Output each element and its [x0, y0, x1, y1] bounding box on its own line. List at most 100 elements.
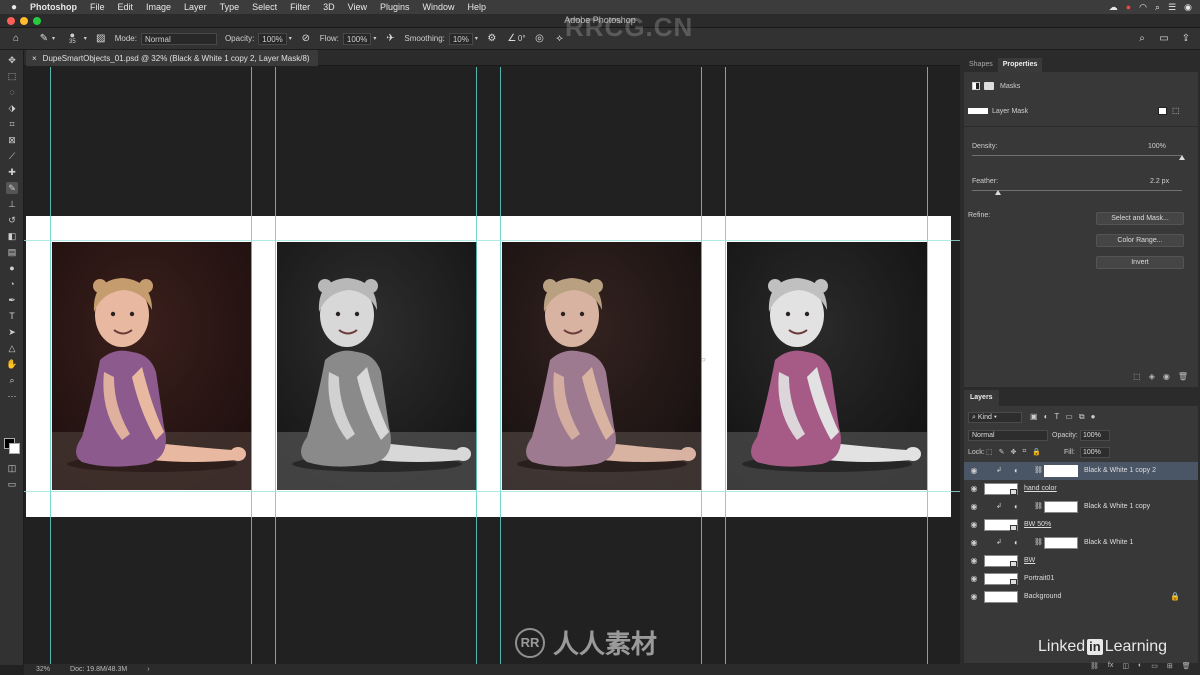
layer-row[interactable]: ◉ Portrait01: [964, 570, 1198, 588]
guide-vertical[interactable]: [476, 67, 477, 664]
lock-artboard-icon[interactable]: ⌗: [1022, 448, 1026, 456]
mask-visibility-eye-icon[interactable]: ◉: [1163, 372, 1170, 381]
background-color-swatch[interactable]: [9, 443, 20, 454]
screen-mode-icon[interactable]: ▭: [6, 478, 18, 490]
smoothing-options-gear-icon[interactable]: ⚙: [486, 33, 498, 45]
layer-mask-thumbnail[interactable]: [1044, 465, 1078, 477]
select-pixel-mask-icon[interactable]: [1158, 107, 1167, 115]
guide-vertical[interactable]: [701, 67, 702, 664]
tab-shapes[interactable]: Shapes: [964, 58, 998, 72]
home-icon[interactable]: ⌂: [10, 33, 22, 45]
new-adjustment-icon[interactable]: ◐: [1138, 662, 1142, 670]
filter-pixel-icon[interactable]: ▣: [1030, 412, 1038, 422]
apple-icon[interactable]: ●: [8, 2, 20, 13]
layer-name[interactable]: Background: [1024, 593, 1061, 600]
angle-icon[interactable]: ∠: [506, 33, 518, 45]
layer-visibility-eye-icon[interactable]: ◉: [969, 538, 979, 548]
menu-window[interactable]: Window: [423, 2, 455, 12]
layer-row[interactable]: ◉ hand color: [964, 480, 1198, 498]
filter-type-icon[interactable]: T: [1054, 412, 1059, 422]
layer-row[interactable]: ◉ Background 🔒: [964, 588, 1198, 606]
layer-visibility-eye-icon[interactable]: ◉: [969, 466, 979, 476]
document-tab[interactable]: × DupeSmartObjects_01.psd @ 32% (Black &…: [26, 50, 318, 66]
pen-tool-icon[interactable]: ✒: [6, 294, 18, 306]
gradient-tool-icon[interactable]: ▤: [6, 246, 18, 258]
menu-view[interactable]: View: [348, 2, 367, 12]
layer-row[interactable]: ◉ BW: [964, 552, 1198, 570]
menu-filter[interactable]: Filter: [290, 2, 310, 12]
crop-tool-icon[interactable]: ⌗: [6, 118, 18, 130]
zoom-tool-icon[interactable]: ⌕: [6, 374, 18, 386]
guide-horizontal[interactable]: [24, 240, 960, 241]
search-menu-icon[interactable]: ⌕: [1155, 2, 1160, 13]
quick-mask-icon[interactable]: ◫: [6, 462, 18, 474]
guide-vertical[interactable]: [275, 67, 276, 664]
tab-properties[interactable]: Properties: [997, 58, 1043, 72]
load-selection-icon[interactable]: ⬚: [1133, 372, 1141, 381]
layer-row[interactable]: ◉ BW 50%: [964, 516, 1198, 534]
color-range-button[interactable]: Color Range...: [1096, 234, 1184, 247]
type-tool-icon[interactable]: T: [6, 310, 18, 322]
more-tools-icon[interactable]: ⋯: [6, 390, 18, 402]
brush-preview-icon[interactable]: ●: [70, 30, 75, 39]
eyedropper-tool-icon[interactable]: ⟋: [6, 150, 18, 162]
wifi-icon[interactable]: ◠: [1139, 2, 1147, 13]
control-center-icon[interactable]: ☰: [1168, 2, 1176, 13]
guide-vertical[interactable]: [927, 67, 928, 664]
mode-dropdown[interactable]: Normal: [140, 32, 217, 45]
layer-name[interactable]: Black & White 1 copy: [1084, 503, 1150, 510]
layer-visibility-eye-icon[interactable]: ◉: [969, 502, 979, 512]
invert-button[interactable]: Invert: [1096, 256, 1184, 269]
layer-opacity-field[interactable]: 100%: [1080, 430, 1110, 441]
layer-visibility-eye-icon[interactable]: ◉: [969, 556, 979, 566]
canvas-area[interactable]: ○: [24, 67, 960, 664]
frame-tool-icon[interactable]: ⊠: [6, 134, 18, 146]
feather-value[interactable]: 2.2 px: [1150, 178, 1169, 185]
vector-mask-icon[interactable]: [984, 82, 994, 90]
menu-layer[interactable]: Layer: [184, 2, 207, 12]
layer-name[interactable]: Black & White 1 copy 2: [1084, 467, 1156, 474]
pixel-mask-icon[interactable]: [972, 82, 980, 90]
lock-position-icon[interactable]: ✥: [1011, 448, 1017, 456]
pressure-opacity-icon[interactable]: ⊘: [300, 33, 312, 45]
path-selection-tool-icon[interactable]: ➤: [6, 326, 18, 338]
hand-tool-icon[interactable]: ✋: [6, 358, 18, 370]
zoom-level[interactable]: 32%: [36, 666, 50, 673]
filter-toggle-icon[interactable]: ●: [1091, 412, 1096, 422]
layer-row[interactable]: ◉ ↲ ◐ ⛓ Black & White 1 copy 2: [964, 462, 1198, 480]
dodge-tool-icon[interactable]: ◔: [6, 278, 18, 290]
marquee-tool-icon[interactable]: ⬚: [6, 70, 18, 82]
lock-transparent-icon[interactable]: ⬚: [986, 448, 993, 456]
layer-row[interactable]: ◉ ↲ ◐ ⛓ Black & White 1: [964, 534, 1198, 552]
density-value[interactable]: 100%: [1148, 143, 1166, 150]
menu-type[interactable]: Type: [220, 2, 240, 12]
layer-mask-thumbnail[interactable]: [1044, 501, 1078, 513]
creative-cloud-icon[interactable]: ☁: [1109, 2, 1118, 13]
layer-row[interactable]: ◉ ↲ ◐ ⛓ Black & White 1 copy: [964, 498, 1198, 516]
guide-vertical[interactable]: [500, 67, 501, 664]
shape-tool-icon[interactable]: △: [6, 342, 18, 354]
status-arrow-icon[interactable]: ›: [147, 666, 149, 673]
siri-icon[interactable]: ◉: [1184, 2, 1192, 13]
opacity-field[interactable]: 100%: [258, 32, 287, 45]
layer-name[interactable]: Portrait01: [1024, 575, 1054, 582]
menu-photoshop[interactable]: Photoshop: [30, 2, 77, 12]
guide-horizontal[interactable]: [24, 491, 960, 492]
clone-stamp-tool-icon[interactable]: ⊥: [6, 198, 18, 210]
symmetry-icon[interactable]: ⟡: [554, 33, 566, 45]
link-layers-icon[interactable]: ⛓: [1090, 662, 1099, 670]
smoothing-field[interactable]: 10%: [448, 32, 473, 45]
share-icon[interactable]: ⇪: [1180, 33, 1192, 45]
airbrush-icon[interactable]: ✈: [384, 33, 396, 45]
lock-all-icon[interactable]: 🔒: [1032, 448, 1041, 456]
blend-mode-dropdown[interactable]: Normal: [968, 430, 1048, 441]
menu-file[interactable]: File: [90, 2, 105, 12]
object-selection-tool-icon[interactable]: ⬗: [6, 102, 18, 114]
apply-mask-icon[interactable]: ◈: [1149, 372, 1155, 381]
menu-3d[interactable]: 3D: [323, 2, 335, 12]
blur-tool-icon[interactable]: ●: [6, 262, 18, 274]
record-icon[interactable]: ●: [1126, 2, 1131, 12]
brush-tool-icon[interactable]: ✎: [38, 33, 50, 45]
fx-icon[interactable]: fx: [1108, 662, 1113, 670]
lock-image-icon[interactable]: ✎: [999, 448, 1005, 456]
